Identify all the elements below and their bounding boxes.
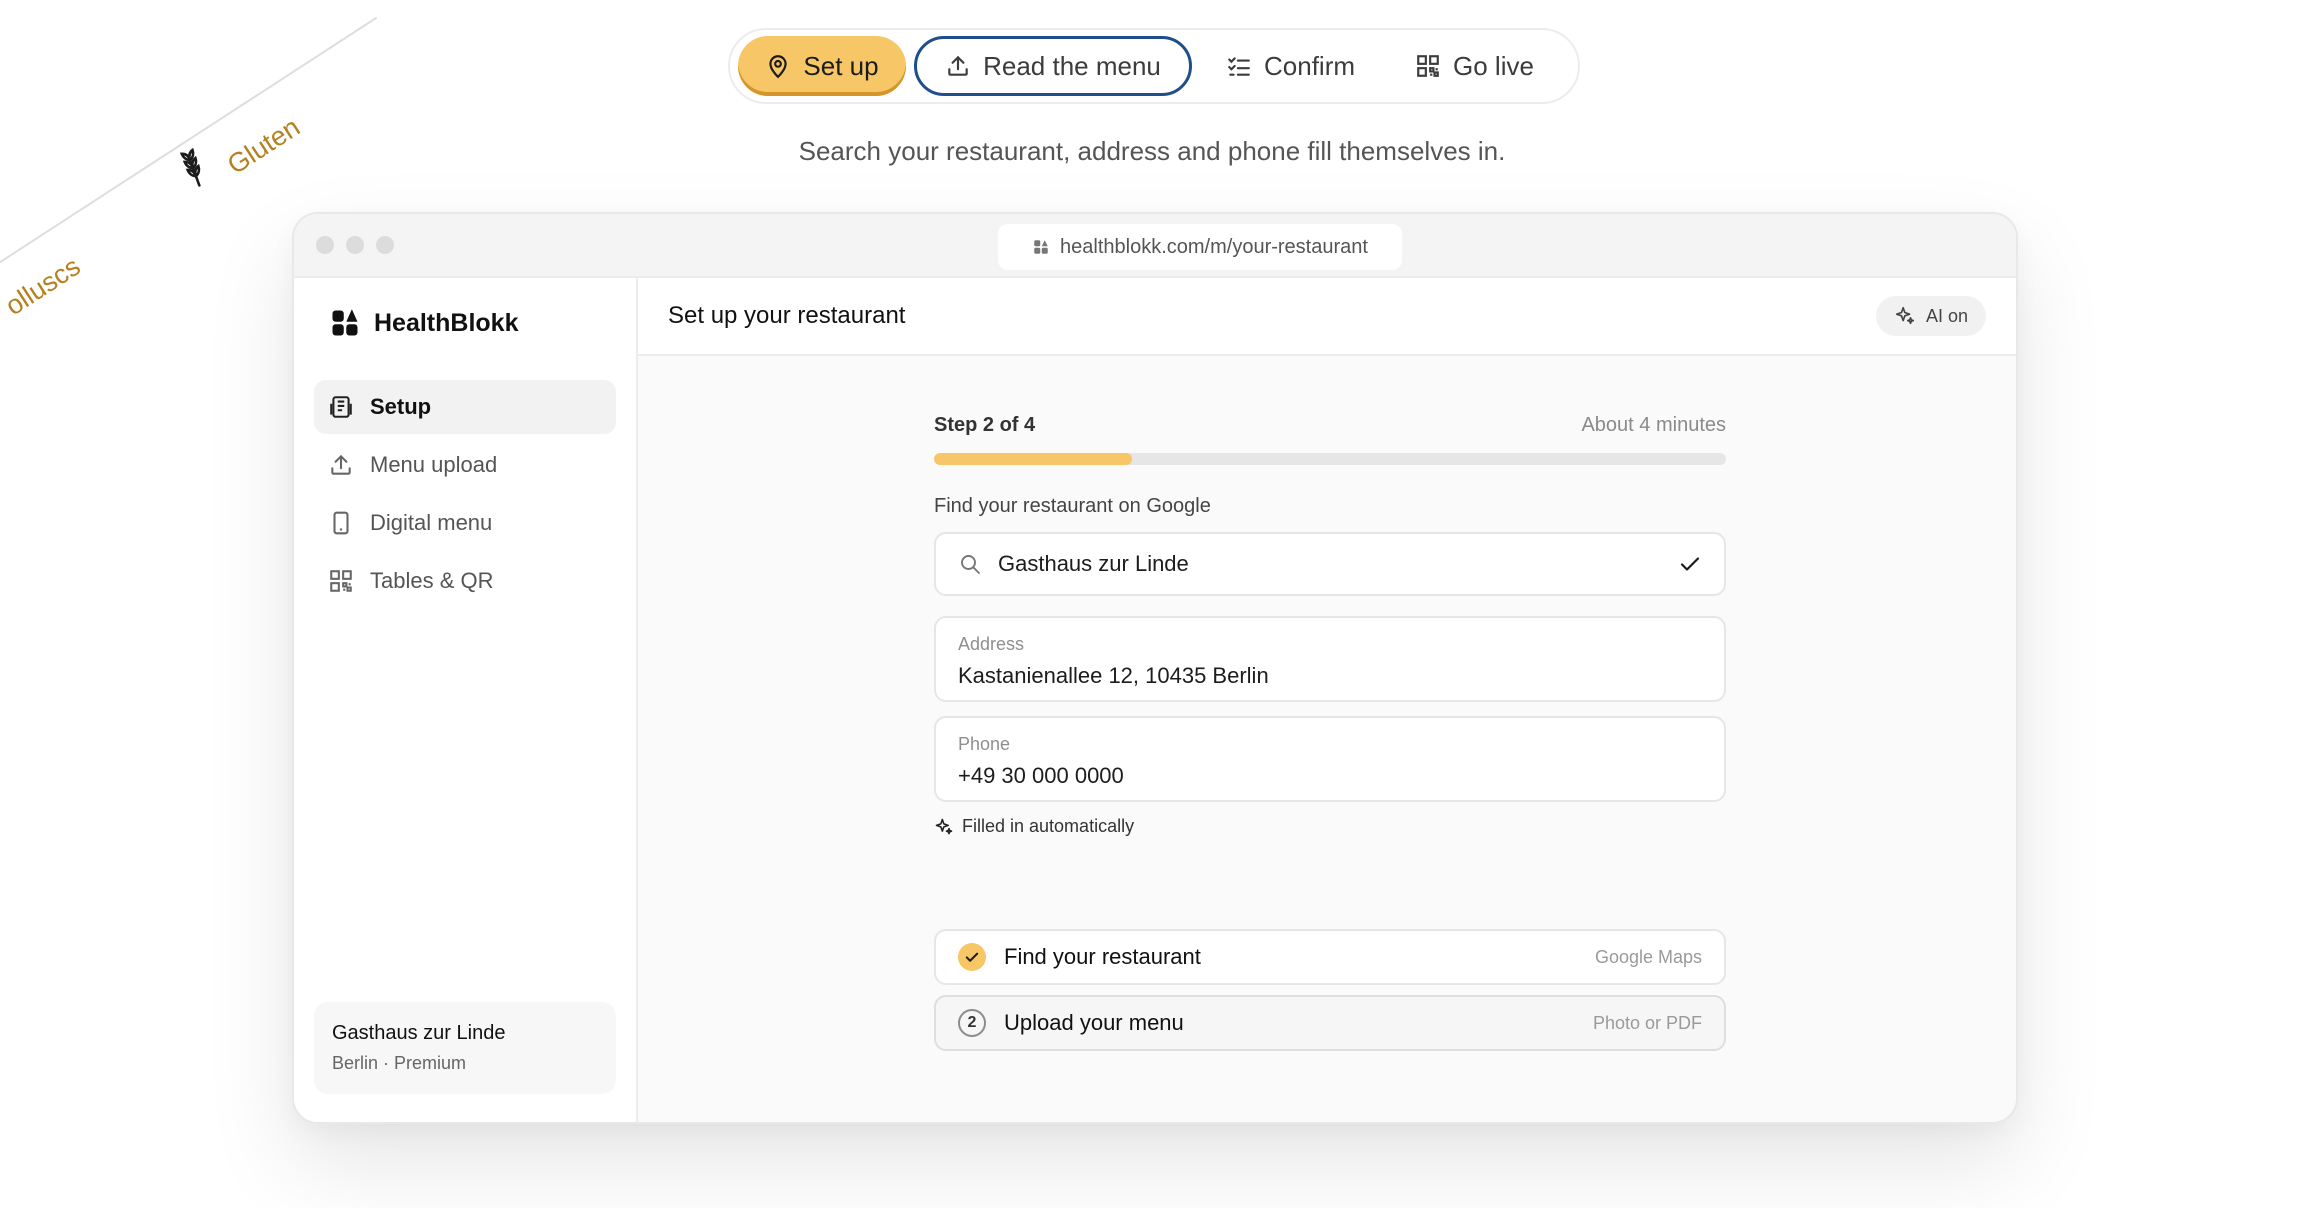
task-label: Find your restaurant: [1004, 944, 1201, 969]
progress-bar: [934, 453, 1726, 465]
browser-window: healthblokk.com/m/your-restaurant Health…: [292, 212, 2018, 1124]
site-logo-icon: [1034, 240, 1048, 254]
address-bar[interactable]: healthblokk.com/m/your-restaurant: [998, 224, 1402, 270]
stepper-step-read-the-menu[interactable]: Read the menu: [914, 36, 1192, 96]
task-find-restaurant[interactable]: Find your restaurant Google Maps: [934, 929, 1726, 985]
browser-titlebar: healthblokk.com/m/your-restaurant: [294, 214, 2016, 278]
ai-toggle[interactable]: AI on: [1875, 296, 1986, 336]
qr-code-icon: [330, 570, 352, 592]
phone-icon: [333, 511, 349, 535]
clipboard-icon: [330, 396, 352, 418]
checklist-icon: [1228, 57, 1250, 76]
brand[interactable]: HealthBlokk: [330, 308, 518, 338]
account-card[interactable]: Gasthaus zur Linde Berlin · Premium: [314, 1002, 616, 1094]
task-number-badge: 2: [958, 1009, 986, 1037]
task-hint: Photo or PDF: [1592, 1012, 1702, 1033]
window-close-dot[interactable]: [316, 236, 334, 254]
onboarding-stepper: Set up Read the menu Confirm Go live: [728, 28, 1580, 104]
time-estimate: About 4 minutes: [1581, 414, 1726, 436]
sidebar-item-menu-upload[interactable]: Menu upload: [314, 438, 616, 492]
stepper-step-label: Set up: [803, 50, 879, 81]
upload-icon: [331, 455, 351, 475]
sidebar-item-setup[interactable]: Setup: [314, 380, 616, 434]
stepper-step-confirm[interactable]: Confirm: [1200, 36, 1381, 96]
task-done-badge: [958, 943, 986, 971]
phone-value: +49 30 000 0000: [958, 763, 1124, 788]
stepper-step-label: Go live: [1453, 50, 1534, 81]
ai-toggle-label: AI on: [1925, 305, 1968, 326]
sidebar-item-label: Setup: [370, 394, 432, 419]
stepper-step-label: Confirm: [1264, 50, 1356, 81]
healthblokk-logo-icon: [332, 309, 358, 336]
stepper-subtitle: Search your restaurant, address and phon…: [798, 136, 1506, 166]
sidebar: HealthBlokk Setup Menu upload Digital me…: [294, 278, 638, 1122]
stepper-step-go-live[interactable]: Go live: [1389, 36, 1560, 96]
restaurant-search-input[interactable]: [998, 551, 1662, 577]
sidebar-item-tables-qr[interactable]: Tables & QR: [314, 554, 616, 608]
phone-field[interactable]: Phone +49 30 000 0000: [934, 716, 1726, 802]
account-name: Gasthaus zur Linde: [332, 1022, 506, 1044]
page: Gluten olluscs Set up Read the menu Conf…: [0, 0, 2304, 1208]
window-maximize-dot[interactable]: [376, 236, 394, 254]
sparkle-icon: [1895, 306, 1915, 325]
sparkle-icon: [935, 818, 953, 834]
sidebar-item-label: Menu upload: [370, 452, 498, 477]
checkmark-icon: [1680, 557, 1700, 571]
address-bar-url: healthblokk.com/m/your-restaurant: [1060, 235, 1368, 258]
address-field[interactable]: Address Kastanienallee 12, 10435 Berlin: [934, 616, 1726, 702]
account-meta: Berlin · Premium: [332, 1053, 467, 1073]
progress-bar-fill: [934, 453, 1132, 465]
auto-fill-note-text: Filled in automatically: [962, 816, 1135, 836]
window-minimize-dot[interactable]: [346, 236, 364, 254]
checkmark-icon: [965, 952, 979, 962]
task-upload-menu[interactable]: 2 Upload your menu Photo or PDF: [934, 995, 1726, 1051]
main-header: Set up your restaurant AI on: [638, 278, 2016, 356]
setup-task-list: Find your restaurant Google Maps 2 Uploa…: [934, 929, 1726, 1051]
setup-form: Step 2 of 4 About 4 minutes Find your re…: [934, 414, 1726, 1061]
qr-code-icon: [1417, 55, 1439, 77]
sidebar-item-label: Tables & QR: [370, 568, 494, 593]
search-label: Find your restaurant on Google: [934, 495, 1211, 517]
phone-label: Phone: [958, 734, 1011, 754]
task-hint: Google Maps: [1594, 946, 1702, 967]
upload-icon: [948, 56, 968, 76]
sidebar-item-label: Digital menu: [370, 510, 493, 535]
main-panel: Set up your restaurant AI on Step 2 of 4…: [638, 278, 2016, 1122]
step-counter: Step 2 of 4: [934, 414, 1036, 436]
stepper-step-set-up[interactable]: Set up: [738, 36, 906, 96]
task-label: Upload your menu: [1004, 1010, 1184, 1035]
address-value: Kastanienallee 12, 10435 Berlin: [958, 663, 1269, 688]
allergen-label-molluscs: olluscs: [0, 251, 86, 322]
stepper-step-label: Read the menu: [983, 50, 1161, 81]
address-label: Address: [958, 634, 1025, 654]
auto-fill-note: Filled in automatically: [934, 816, 1726, 837]
sidebar-item-digital-menu[interactable]: Digital menu: [314, 496, 616, 550]
page-title: Set up your restaurant: [668, 302, 906, 329]
map-pin-icon: [769, 55, 788, 79]
brand-name: HealthBlokk: [374, 308, 519, 337]
search-icon: [961, 555, 980, 574]
restaurant-search-field[interactable]: [934, 532, 1726, 596]
step-progress-header: Step 2 of 4 About 4 minutes: [934, 414, 1726, 437]
sidebar-nav: Setup Menu upload Digital menu Tables & …: [314, 380, 616, 612]
